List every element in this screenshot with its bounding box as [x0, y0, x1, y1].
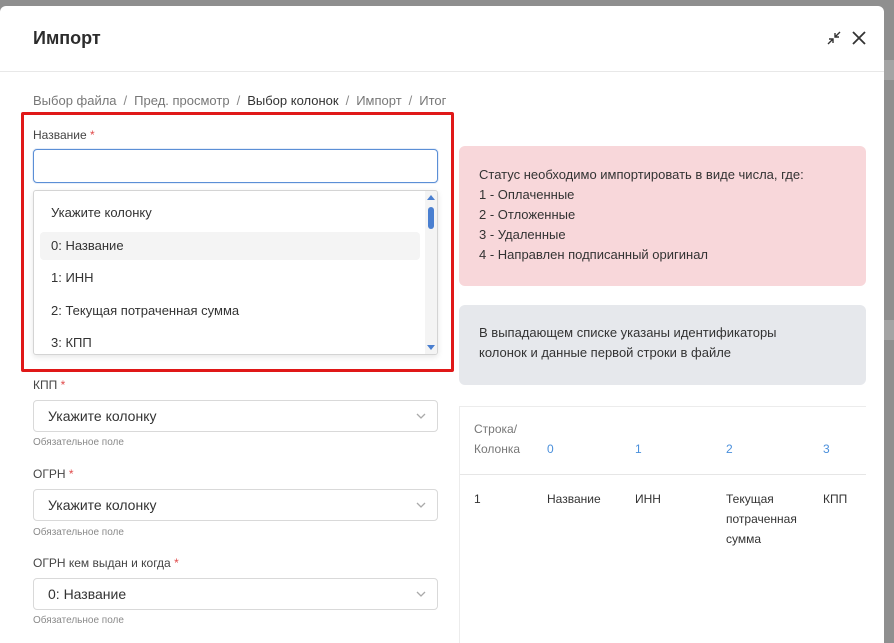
info-line: 1 - Оплаченные — [479, 187, 575, 202]
scroll-down-icon[interactable] — [427, 345, 435, 350]
ogrn-issued-column-select[interactable]: 0: Название — [33, 578, 438, 610]
preview-table: Строка/ Колонка 0 1 2 3 1 Название ИНН Т… — [459, 406, 866, 643]
kpp-required-hint: Обязательное поле — [33, 437, 124, 448]
chevron-down-icon — [416, 413, 426, 419]
corner-header: Строка/ Колонка — [474, 422, 521, 456]
modal-title: Импорт — [33, 28, 101, 48]
dropdown-option[interactable]: Укажите колонку — [40, 199, 420, 227]
breadcrumb-item-active: Выбор колонок — [247, 93, 339, 108]
ogrn-required-hint: Обязательное поле — [33, 527, 124, 538]
dropdown-option[interactable]: 3: КПП — [40, 329, 420, 354]
info-line: 4 - Направлен подписанный оригинал — [479, 247, 709, 262]
chevron-down-icon — [416, 502, 426, 508]
info-line: Статус необходимо импортировать в виде ч… — [479, 167, 804, 182]
scroll-thumb[interactable] — [428, 207, 434, 229]
breadcrumb-item[interactable]: Выбор файла — [33, 93, 117, 108]
breadcrumb-item[interactable]: Итог — [419, 93, 446, 108]
ogrn-column-select[interactable]: Укажите колонку — [33, 489, 438, 521]
table-cell: КПП — [823, 492, 848, 506]
breadcrumb-item[interactable]: Импорт — [356, 93, 401, 108]
dropdown-option[interactable]: 1: ИНН — [40, 264, 420, 292]
ogrn-field-label: ОГРН * — [33, 467, 74, 481]
collapse-icon[interactable] — [824, 28, 844, 48]
breadcrumb: Выбор файла / Пред. просмотр / Выбор колонок… — [33, 93, 447, 108]
dropdown-option-highlighted[interactable]: 0: Название — [40, 232, 420, 260]
row-id-cell: 1 — [474, 492, 481, 506]
scroll-up-icon[interactable] — [427, 195, 435, 200]
table-cell: Название — [547, 492, 601, 506]
dropdown-scrollbar[interactable] — [425, 191, 437, 354]
table-cell: Текущая потраченная сумма — [726, 492, 797, 546]
close-icon[interactable] — [849, 28, 869, 48]
name-column-input[interactable] — [33, 149, 438, 183]
info-line: колонок и данные первой строки в файле — [479, 345, 732, 360]
column-header: 3 — [823, 442, 830, 456]
column-header: 0 — [547, 442, 554, 456]
info-line: 3 - Удаленные — [479, 227, 566, 242]
table-cell: ИНН — [635, 492, 661, 506]
status-info-box: Статус необходимо импортировать в виде ч… — [459, 146, 866, 286]
info-line: В выпадающем списке указаны идентификато… — [479, 325, 777, 340]
name-field-label: Название * — [33, 128, 95, 142]
ogrn-issued-required-hint: Обязательное поле — [33, 615, 124, 626]
preview-table-header: Строка/ Колонка 0 1 2 3 — [460, 407, 866, 475]
import-modal: Импорт Выбор файла / Пред. просмотр / Выбор … — [0, 6, 884, 643]
ogrn-issued-field-label: ОГРН кем выдан и когда * — [33, 556, 179, 570]
chevron-down-icon — [416, 591, 426, 597]
breadcrumb-item[interactable]: Пред. просмотр — [134, 93, 229, 108]
info-line: 2 - Отложенные — [479, 207, 576, 222]
column-header: 1 — [635, 442, 642, 456]
dropdown-note-box: В выпадающем списке указаны идентификато… — [459, 305, 866, 385]
kpp-column-select[interactable]: Укажите колонку — [33, 400, 438, 432]
column-header: 2 — [726, 442, 733, 456]
dropdown-option[interactable]: 2: Текущая потраченная сумма — [40, 297, 420, 325]
modal-header: Импорт — [0, 6, 884, 72]
kpp-field-label: КПП * — [33, 378, 66, 392]
column-dropdown[interactable]: Укажите колонку 0: Название 1: ИНН 2: Те… — [33, 190, 438, 355]
